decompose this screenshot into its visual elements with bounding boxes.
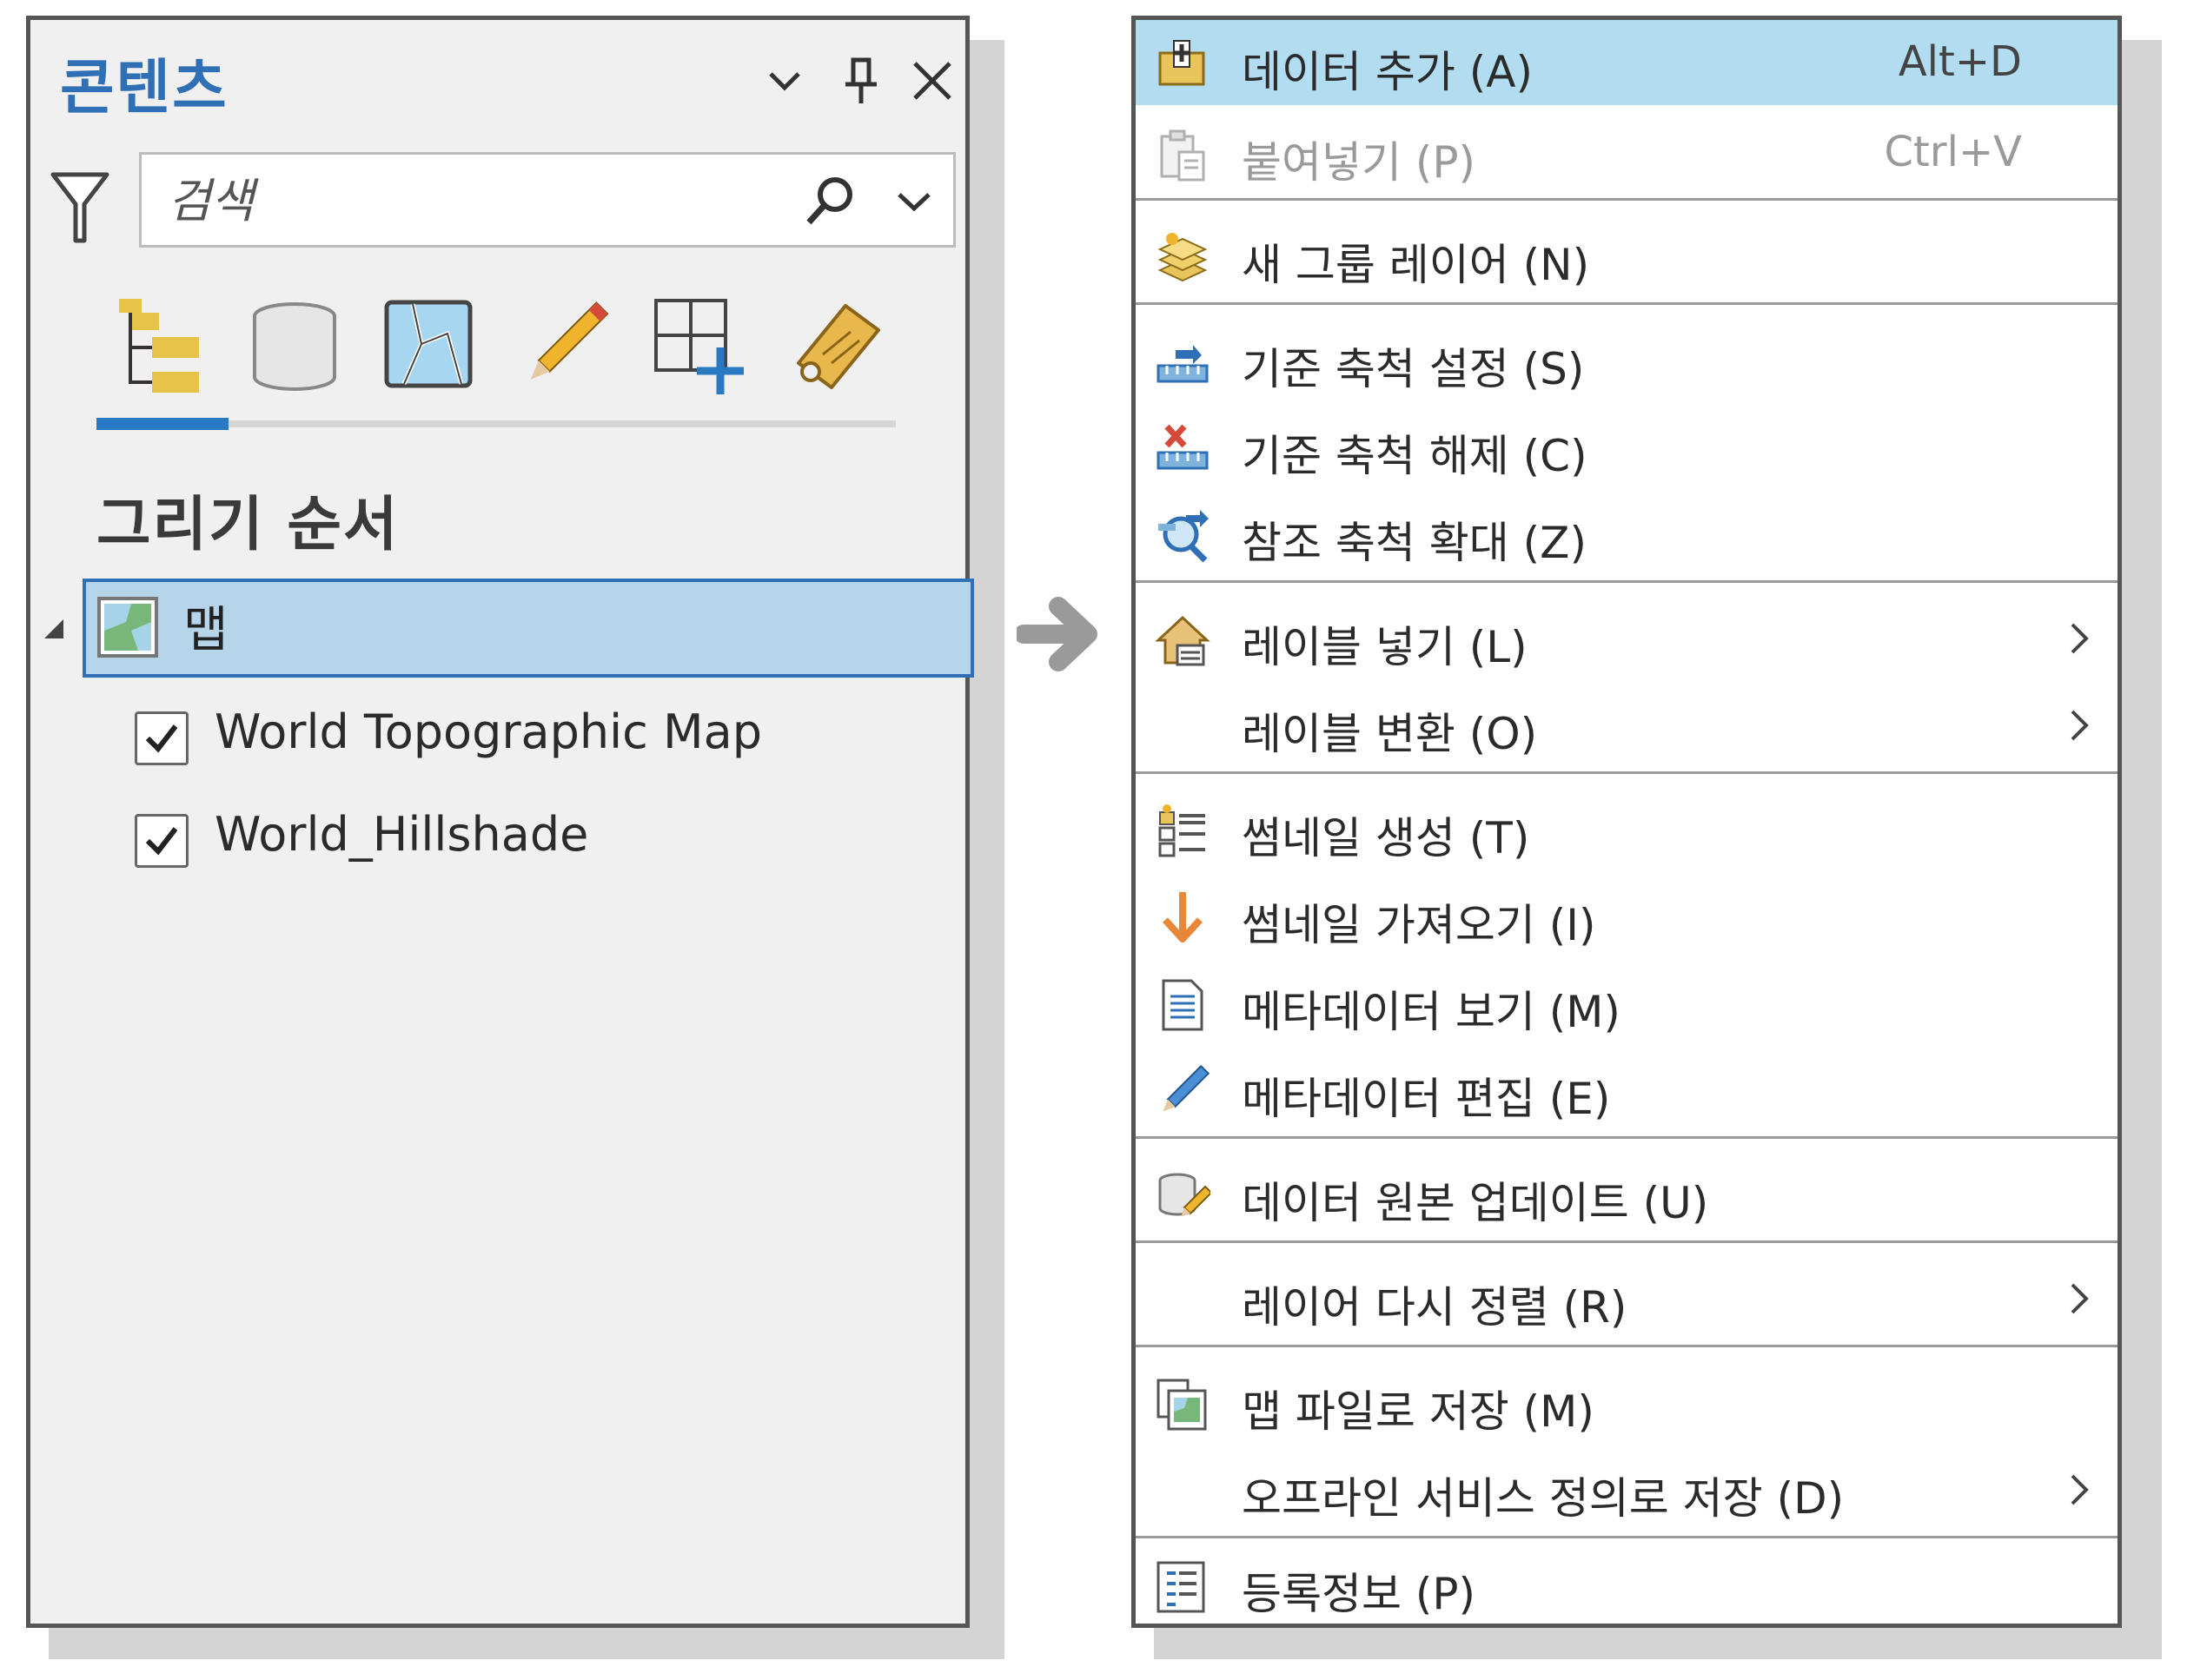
search-input[interactable] <box>166 165 778 236</box>
filter-icon[interactable] <box>50 169 110 248</box>
menu-separator <box>1136 1240 2118 1243</box>
import-thumbnail-icon <box>1163 892 1203 943</box>
menu-item-view-metadata[interactable]: 메타데이터 보기 (M) <box>1136 960 2118 1045</box>
search-icon[interactable] <box>802 172 859 229</box>
menu-item-label: 메타데이터 보기 (M) <box>1242 987 1620 1037</box>
list-by-editing-icon[interactable] <box>514 294 618 398</box>
menu-separator <box>1136 580 2118 583</box>
zoom-to-reference-scale-icon <box>1158 510 1209 563</box>
menu-item-add-data[interactable]: 데이터 추가 (A) Alt+D <box>1136 20 2118 105</box>
menu-item-label: 썸네일 가져오기 (I) <box>1242 900 1596 950</box>
menu-item-shortcut: Alt+D <box>1898 37 2022 86</box>
view-metadata-icon <box>1162 979 1203 1031</box>
edit-metadata-icon <box>1163 1064 1210 1112</box>
clear-reference-scale-icon <box>1157 424 1209 470</box>
list-by-drawing-order-icon[interactable] <box>107 294 211 398</box>
menu-item-label: 레이어 다시 정렬 (R) <box>1242 1282 1627 1333</box>
menu-item-edit-metadata[interactable]: 메타데이터 편집 (E) <box>1136 1047 2118 1132</box>
menu-item-label: 데이터 원본 업데이트 (U) <box>1242 1178 1709 1228</box>
update-data-sources-icon <box>1158 1173 1210 1217</box>
layer-visibility-checkbox[interactable] <box>135 814 189 868</box>
layer-label: World Topographic Map <box>215 704 762 759</box>
create-thumbnail-icon <box>1158 804 1205 857</box>
menu-item-create-thumbnail[interactable]: 썸네일 생성 (T) <box>1136 786 2118 871</box>
menu-separator <box>1136 771 2118 774</box>
layer-row-world-hillshade[interactable]: World_Hillshade <box>135 804 917 882</box>
menu-item-set-reference-scale[interactable]: 기준 축척 설정 (S) <box>1136 317 2118 402</box>
menu-item-label-placement[interactable]: 레이블 넣기 (L) <box>1136 595 2118 680</box>
paste-icon <box>1160 129 1205 182</box>
layer-label: World_Hillshade <box>215 807 589 862</box>
active-tab-indicator <box>96 418 229 430</box>
menu-item-label: 레이블 넣기 (L) <box>1242 622 1528 672</box>
menu-item-label: 맵 파일로 저장 (M) <box>1242 1386 1594 1437</box>
pin-icon[interactable] <box>835 55 887 107</box>
list-by-source-icon[interactable] <box>242 294 347 398</box>
map-label: 맵 <box>183 602 229 658</box>
menu-item-label: 기준 축척 설정 (S) <box>1242 344 1585 394</box>
chevron-down-icon[interactable] <box>759 55 811 107</box>
save-as-map-file-icon <box>1157 1379 1207 1431</box>
menu-item-label: 새 그룹 레이어 (N) <box>1242 240 1590 290</box>
pane-title: 콘텐츠 <box>60 54 229 122</box>
menu-item-save-as-offline-service-definition[interactable]: 오프라인 서비스 정의로 저장 (D) <box>1136 1446 2118 1531</box>
checkmark-icon <box>145 724 178 753</box>
chevron-right-icon <box>2071 1283 2089 1314</box>
menu-separator <box>1136 198 2118 201</box>
menu-item-label: 데이터 추가 (A) <box>1242 47 1534 97</box>
map-icon <box>97 597 158 658</box>
properties-icon <box>1157 1561 1205 1613</box>
checkmark-icon <box>145 827 178 856</box>
close-icon[interactable] <box>906 55 958 107</box>
menu-item-label: 레이블 변환 (O) <box>1242 709 1538 759</box>
contents-pane: 콘텐츠 검색 그리기 순서 맵 World Topographic Map Wo… <box>26 16 974 1628</box>
menu-item-reorder-layers[interactable]: 레이어 다시 정렬 (R) <box>1136 1255 2118 1340</box>
menu-separator <box>1136 302 2118 305</box>
menu-item-shortcut: Ctrl+V <box>1884 128 2022 176</box>
menu-item-clear-reference-scale[interactable]: 기준 축척 해제 (C) <box>1136 404 2118 489</box>
menu-item-save-as-map-file[interactable]: 맵 파일로 저장 (M) <box>1136 1359 2118 1445</box>
arrow-right-icon <box>1017 597 1097 671</box>
menu-item-label: 기준 축척 해제 (C) <box>1242 431 1587 481</box>
new-group-layer-icon <box>1157 233 1208 282</box>
list-by-selection-icon[interactable] <box>378 294 482 398</box>
drawing-order-heading: 그리기 순서 <box>96 491 400 559</box>
map-row[interactable]: 맵 <box>83 579 974 678</box>
menu-item-zoom-to-reference-scale[interactable]: 참조 축척 확대 (Z) <box>1136 491 2118 576</box>
chevron-right-icon <box>2071 623 2089 654</box>
menu-separator <box>1136 1345 2118 1347</box>
set-reference-scale-icon <box>1157 345 1209 383</box>
menu-item-import-thumbnail[interactable]: 썸네일 가져오기 (I) <box>1136 873 2118 958</box>
list-by-snapping-icon[interactable] <box>649 294 753 398</box>
context-menu: 데이터 추가 (A) Alt+D 붙여넣기 (P) Ctrl+V 새 그룹 레이… <box>1131 16 2122 1628</box>
menu-item-label: 메타데이터 편집 (E) <box>1242 1074 1611 1124</box>
menu-item-label: 등록정보 (P) <box>1242 1569 1476 1619</box>
layer-visibility-checkbox[interactable] <box>135 711 189 765</box>
menu-item-label: 썸네일 생성 (T) <box>1242 813 1530 863</box>
chevron-right-icon <box>2071 710 2089 741</box>
menu-item-convert-labels[interactable]: 레이블 변환 (O) <box>1136 682 2118 767</box>
layer-row-world-topographic-map[interactable]: World Topographic Map <box>135 701 917 779</box>
menu-item-update-data-sources[interactable]: 데이터 원본 업데이트 (U) <box>1136 1151 2118 1236</box>
add-data-icon <box>1158 40 1205 86</box>
menu-item-label: 오프라인 서비스 정의로 저장 (D) <box>1242 1473 1845 1524</box>
menu-item-label: 붙여넣기 (P) <box>1242 137 1476 188</box>
menu-separator <box>1136 1536 2118 1538</box>
list-by-labeling-icon[interactable] <box>785 294 889 398</box>
chevron-right-icon <box>2071 1474 2089 1505</box>
search-box <box>139 152 956 248</box>
menu-item-properties[interactable]: 등록정보 (P) <box>1136 1542 2118 1627</box>
menu-item-label: 참조 축척 확대 (Z) <box>1242 518 1587 568</box>
menu-item-paste[interactable]: 붙여넣기 (P) Ctrl+V <box>1136 110 2118 195</box>
menu-item-new-group-layer[interactable]: 새 그룹 레이어 (N) <box>1136 213 2118 298</box>
menu-separator <box>1136 1136 2118 1139</box>
label-placement-icon <box>1155 615 1210 666</box>
collapse-triangle-icon[interactable] <box>43 618 65 640</box>
search-options-chevron-icon[interactable] <box>891 179 938 226</box>
